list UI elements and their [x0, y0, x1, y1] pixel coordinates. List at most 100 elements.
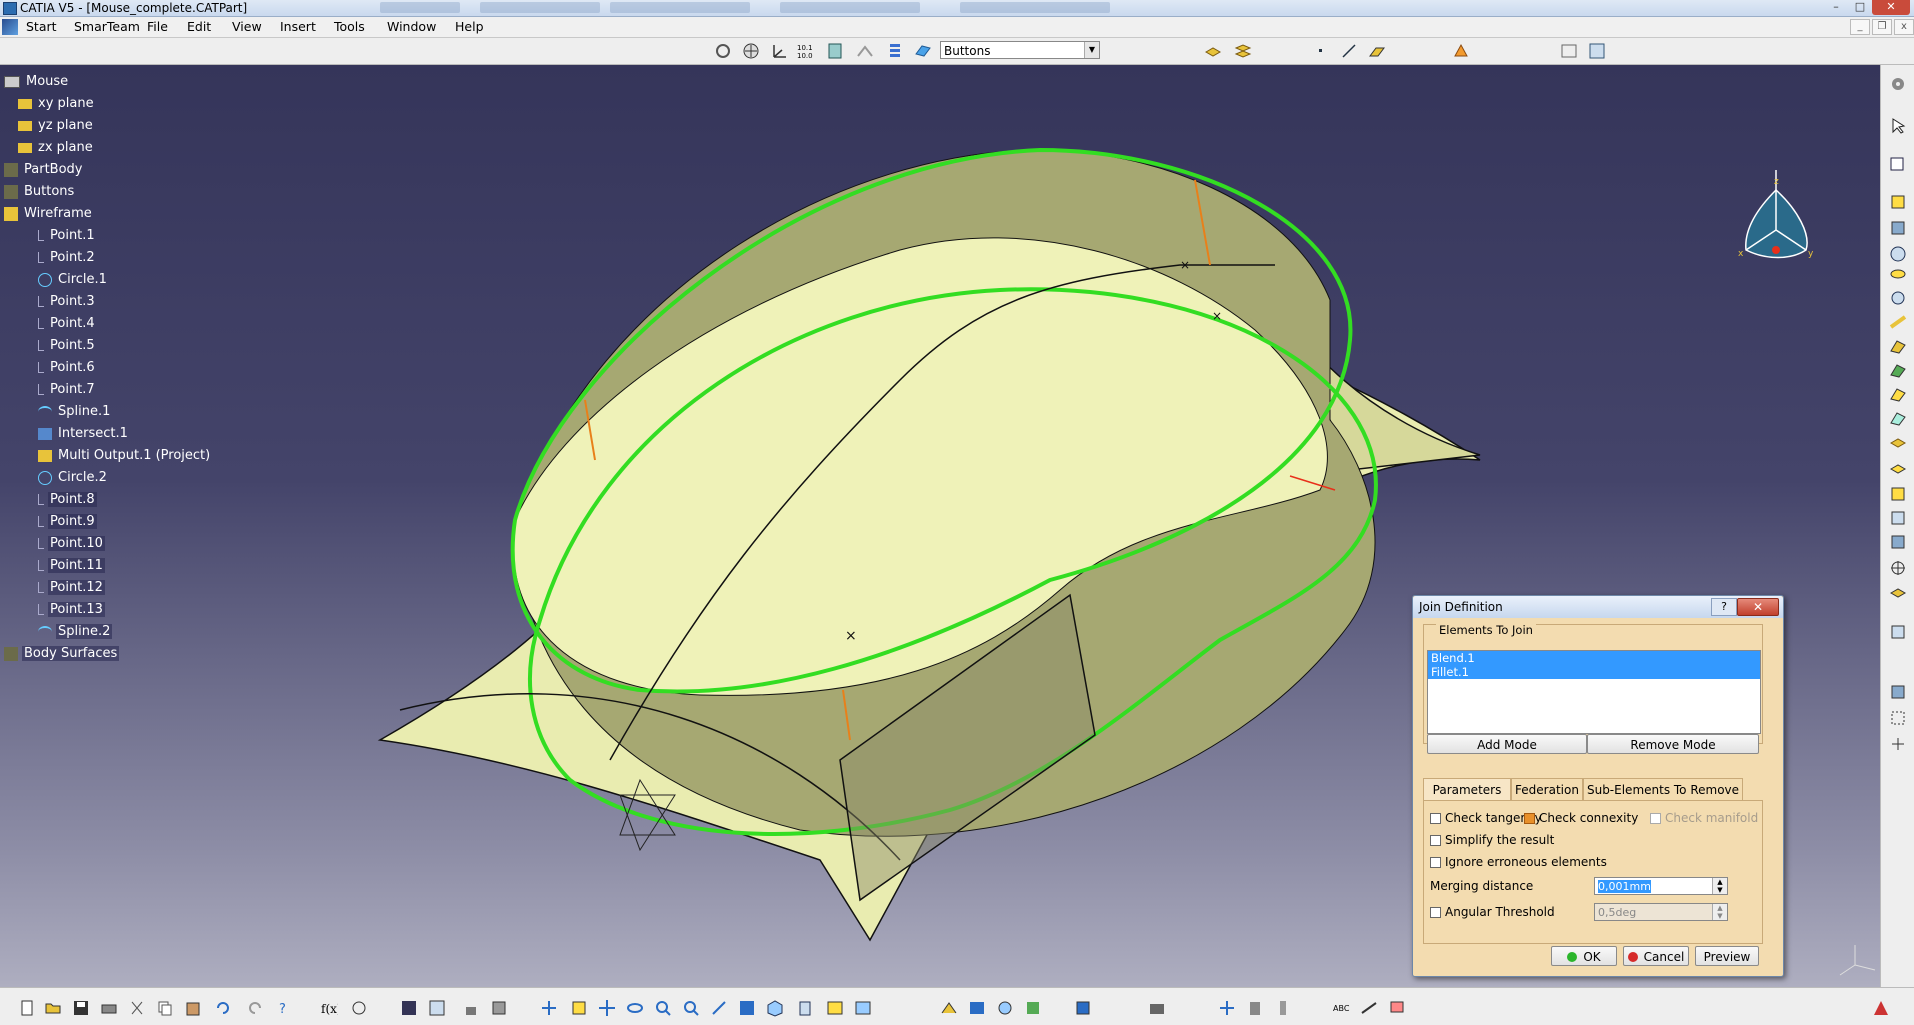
menu-insert[interactable]: Insert: [280, 19, 316, 34]
redo-icon[interactable]: [246, 999, 264, 1017]
sketch-icon[interactable]: [1889, 193, 1907, 211]
compass-snap-icon[interactable]: [1218, 999, 1236, 1017]
open-icon[interactable]: [44, 999, 62, 1017]
catia-logo-icon[interactable]: [2, 19, 18, 35]
tree-item[interactable]: Multi Output.1 (Project): [38, 448, 212, 463]
whats-this-icon[interactable]: ?: [276, 999, 294, 1017]
tree-item[interactable]: Point.11: [38, 558, 105, 573]
sketch-tools-icon[interactable]: [1246, 999, 1264, 1017]
table-icon[interactable]: [1560, 42, 1578, 60]
sphere-icon[interactable]: [1889, 289, 1907, 307]
tree-root[interactable]: Mouse: [4, 74, 70, 89]
menu-tools[interactable]: Tools: [334, 19, 365, 34]
offset-icon[interactable]: [1889, 409, 1907, 427]
tree-item[interactable]: Point.4: [38, 316, 97, 331]
checkbox-box[interactable]: [1430, 835, 1441, 846]
list-item[interactable]: Blend.1: [1428, 651, 1760, 665]
menu-edit[interactable]: Edit: [187, 19, 211, 34]
analysis-icon[interactable]: [996, 999, 1014, 1017]
menu-smarteam[interactable]: SmarTeam: [74, 19, 140, 34]
axis-icon[interactable]: [1889, 735, 1907, 753]
tree-item[interactable]: zx plane: [18, 140, 95, 155]
knowledge-icon[interactable]: [350, 999, 368, 1017]
menu-start[interactable]: Start: [26, 19, 57, 34]
dimension-icon[interactable]: [1360, 999, 1378, 1017]
trim-icon[interactable]: [1889, 533, 1907, 551]
sketch-icon[interactable]: [856, 42, 874, 60]
extrude-icon[interactable]: [1204, 42, 1222, 60]
tree-item[interactable]: Point.7: [38, 382, 97, 397]
swap-space-icon[interactable]: [854, 999, 872, 1017]
pan-icon[interactable]: [742, 42, 760, 60]
tree-item[interactable]: Point.9: [38, 514, 97, 529]
dialog-help-button[interactable]: ?: [1711, 598, 1737, 616]
catalog-icon[interactable]: [428, 999, 446, 1017]
tree-item[interactable]: Buttons: [4, 184, 76, 199]
checkbox-box[interactable]: [1430, 907, 1441, 918]
tab-sub-elements-to-remove[interactable]: Sub-Elements To Remove: [1583, 778, 1743, 800]
measure-icon[interactable]: 10.110.0: [797, 42, 815, 60]
close-button[interactable]: ✕: [1872, 0, 1910, 15]
table-icon[interactable]: [400, 999, 418, 1017]
tree-item[interactable]: Circle.1: [38, 272, 109, 287]
bolt-icon[interactable]: [1274, 999, 1292, 1017]
tree-item[interactable]: Spline.1: [38, 404, 112, 419]
tree-item[interactable]: Wireframe: [4, 206, 94, 221]
sweep-icon[interactable]: [1889, 313, 1907, 331]
lock-icon[interactable]: [462, 999, 480, 1017]
line-icon[interactable]: [1340, 42, 1358, 60]
pan-icon[interactable]: [598, 999, 616, 1017]
maximize-button[interactable]: □: [1848, 0, 1872, 15]
paste-icon[interactable]: [184, 999, 202, 1017]
menu-window[interactable]: Window: [387, 19, 436, 34]
copy-icon[interactable]: [156, 999, 174, 1017]
join-icon[interactable]: [1889, 435, 1907, 453]
split-icon[interactable]: [1889, 509, 1907, 527]
fill-icon[interactable]: [1889, 337, 1907, 355]
profile-icon[interactable]: [1889, 219, 1907, 237]
extrude-icon[interactable]: [1889, 245, 1907, 263]
apply-material-icon[interactable]: [1074, 999, 1092, 1017]
merging-distance-field[interactable]: 0,001mm ▲ ▼: [1594, 877, 1728, 895]
rotate-icon[interactable]: [626, 999, 644, 1017]
menu-file[interactable]: File: [147, 19, 168, 34]
preview-button[interactable]: Preview: [1695, 946, 1759, 966]
shading-icon[interactable]: [796, 999, 814, 1017]
tree-item[interactable]: Point.13: [38, 602, 105, 617]
tree-item[interactable]: Point.10: [38, 536, 105, 551]
tree-item[interactable]: Point.2: [38, 250, 97, 265]
select-icon[interactable]: [1889, 117, 1907, 135]
undo-icon[interactable]: [214, 999, 232, 1017]
healing-icon[interactable]: [1452, 42, 1470, 60]
angular-threshold-field[interactable]: 0,5deg ▲ ▼: [1594, 903, 1728, 921]
tree-item[interactable]: Point.3: [38, 294, 97, 309]
remove-mode-button[interactable]: Remove Mode: [1587, 734, 1759, 754]
elements-list[interactable]: Blend.1 Fillet.1: [1427, 650, 1761, 734]
extract-icon[interactable]: [1889, 585, 1907, 603]
ok-button[interactable]: OK: [1551, 946, 1617, 966]
fit-all-icon[interactable]: [570, 999, 588, 1017]
flag-note-icon[interactable]: [1388, 999, 1406, 1017]
save-icon[interactable]: [72, 999, 90, 1017]
check-manifold-checkbox[interactable]: Check manifold: [1650, 811, 1758, 825]
dialog-close-button[interactable]: ✕: [1737, 598, 1779, 616]
plane-create-icon[interactable]: [1368, 42, 1386, 60]
check-connexity-checkbox[interactable]: Check connexity: [1524, 811, 1638, 825]
revolve-icon[interactable]: [1889, 265, 1907, 283]
fly-mode-icon[interactable]: [540, 999, 558, 1017]
tree-item[interactable]: Point.6: [38, 360, 97, 375]
checkbox-box[interactable]: [1430, 813, 1441, 824]
multi-view-icon[interactable]: [738, 999, 756, 1017]
zoom-out-icon[interactable]: [682, 999, 700, 1017]
tab-federation[interactable]: Federation: [1511, 778, 1583, 800]
doc-restore-button[interactable]: ❐: [1872, 19, 1892, 35]
simplify-checkbox[interactable]: Simplify the result: [1430, 833, 1554, 847]
gear-icon[interactable]: [1889, 75, 1907, 93]
normal-view-icon[interactable]: [710, 999, 728, 1017]
tree-item[interactable]: PartBody: [4, 162, 84, 177]
geometric-set-combo[interactable]: Buttons ▼: [940, 41, 1100, 59]
loft-icon[interactable]: [1889, 361, 1907, 379]
blend-icon[interactable]: [1889, 385, 1907, 403]
measure-item-icon[interactable]: [968, 999, 986, 1017]
update-icon[interactable]: [490, 999, 508, 1017]
